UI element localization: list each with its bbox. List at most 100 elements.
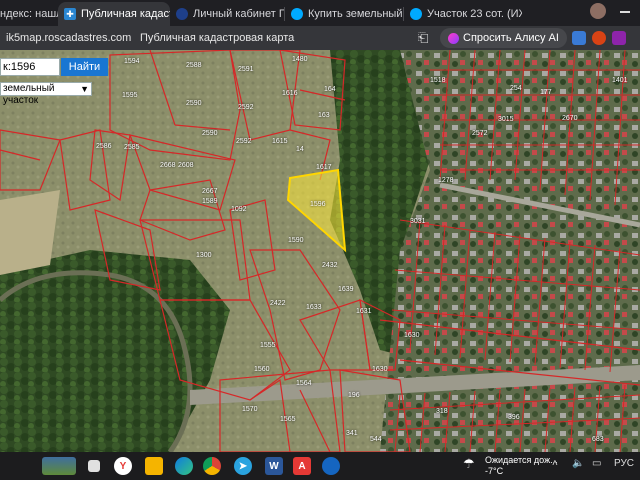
extension-icon[interactable] bbox=[572, 31, 586, 45]
parcel-number-label: 544 bbox=[370, 436, 382, 443]
parcel-number-label: 1564 bbox=[296, 380, 312, 387]
parcel-number-label: 2592 bbox=[236, 138, 252, 145]
parcel-number-label: 3015 bbox=[498, 116, 514, 123]
parcel-number-label: 177 bbox=[540, 89, 552, 96]
parcel-number-label: 2668 bbox=[160, 162, 176, 169]
telegram-icon[interactable]: ➤ bbox=[234, 457, 252, 475]
chevron-down-icon: ▼ bbox=[80, 84, 89, 94]
parcel-number-label: 1480 bbox=[292, 56, 308, 63]
parcel-number-label: 1570 bbox=[242, 406, 258, 413]
parcel-number-label: 2586 bbox=[96, 143, 112, 150]
parcel-number-label: 1300 bbox=[196, 252, 212, 259]
tab-label: Личный кабинет ПА bbox=[193, 8, 284, 20]
parcel-number-label: 3031 bbox=[410, 218, 426, 225]
parcel-number-label: 1518 bbox=[430, 77, 446, 84]
ask-alice-label: Спросить Алису AI bbox=[463, 32, 559, 44]
tray-chevron-icon[interactable]: ˄ bbox=[552, 458, 558, 469]
parcel-number-label: 2432 bbox=[322, 262, 338, 269]
parcel-number-label: 1565 bbox=[280, 416, 296, 423]
tab-yandex[interactable]: ндекс: нашл bbox=[0, 2, 58, 26]
weather-widget[interactable]: ☂ Ожидается дож... -7°C bbox=[463, 455, 558, 477]
cadastral-search-input[interactable]: к:1596 bbox=[0, 58, 60, 76]
word-icon[interactable]: W bbox=[265, 457, 283, 475]
parcel-number-label: 2588 bbox=[186, 62, 202, 69]
parcel-number-label: 2585 bbox=[124, 144, 140, 151]
rain-cloud-icon: ☂ bbox=[463, 456, 475, 471]
parcel-number-label: 2670 bbox=[562, 115, 578, 122]
bookmark-icon[interactable]: ⎗ bbox=[418, 30, 428, 46]
satellite-map[interactable] bbox=[0, 50, 640, 452]
weather-temp: -7°C bbox=[485, 466, 504, 476]
tab-buy-land[interactable]: Купить земельный у bbox=[285, 2, 403, 26]
extension-icon[interactable] bbox=[592, 31, 606, 45]
parcel-number-label: 2572 bbox=[472, 130, 488, 137]
widgets-icon[interactable] bbox=[42, 457, 76, 475]
parcel-number-label: 1639 bbox=[338, 286, 354, 293]
parcel-number-label: 254 bbox=[510, 85, 522, 92]
parcel-number-label: 2608 bbox=[178, 162, 194, 169]
parcel-number-label: 1631 bbox=[356, 308, 372, 315]
parcel-number-label: 1560 bbox=[254, 366, 270, 373]
pdf-icon[interactable]: A bbox=[293, 457, 311, 475]
parcel-number-label: 1555 bbox=[260, 342, 276, 349]
parcel-number-label: 683 bbox=[592, 436, 604, 443]
url-field[interactable]: ik5map.roscadastres.com bbox=[0, 32, 131, 44]
avito-icon bbox=[410, 8, 422, 20]
app-icon[interactable] bbox=[322, 457, 340, 475]
minimize-icon[interactable] bbox=[620, 11, 630, 13]
parcel-number-label: 1615 bbox=[272, 138, 288, 145]
parcel-number-label: 1401 bbox=[612, 77, 628, 84]
task-view-icon[interactable] bbox=[88, 460, 100, 472]
parcel-number-label: 1617 bbox=[316, 164, 332, 171]
parcel-number-label: 1633 bbox=[306, 304, 322, 311]
window-controls bbox=[590, 3, 630, 19]
avatar[interactable] bbox=[590, 3, 606, 19]
object-type-select[interactable]: земельный участок ▼ bbox=[0, 82, 92, 106]
parcel-number-label: 1594 bbox=[124, 58, 140, 65]
parcel-number-label: 2591 bbox=[238, 66, 254, 73]
address-bar: ik5map.roscadastres.com Публичная кадаст… bbox=[0, 26, 640, 50]
find-button[interactable]: Найти bbox=[61, 58, 108, 76]
parcel-number-label: 2422 bbox=[270, 300, 286, 307]
avito-icon bbox=[291, 8, 303, 20]
tab-label: ндекс: нашл bbox=[0, 8, 58, 20]
tab-plot-listing[interactable]: Участок 23 сот. (ИЖ bbox=[404, 2, 522, 26]
tab-label: Купить земельный у bbox=[308, 8, 403, 20]
parcel-number-label: 196 bbox=[348, 392, 360, 399]
yandex-browser-icon[interactable]: Y bbox=[114, 457, 132, 475]
edge-icon[interactable] bbox=[175, 457, 193, 475]
tab-label: Публичная кадаст bbox=[81, 8, 170, 20]
parcel-number-label: 163 bbox=[318, 112, 330, 119]
file-explorer-icon[interactable] bbox=[145, 457, 163, 475]
parcel-number-label: 2590 bbox=[202, 130, 218, 137]
parcel-number-label: 2667 bbox=[202, 188, 218, 195]
parcel-number-label: 396 bbox=[508, 414, 520, 421]
parcel-number-label: 1630 bbox=[404, 332, 420, 339]
alice-icon bbox=[448, 32, 459, 44]
parcel-number-label: 318 bbox=[436, 408, 448, 415]
parcel-number-label: 1589 bbox=[202, 198, 218, 205]
parcel-number-label: 14 bbox=[296, 146, 304, 153]
parcel-number-label: 1630 bbox=[372, 366, 388, 373]
parcel-number-label: 1590 bbox=[288, 237, 304, 244]
chrome-icon[interactable] bbox=[203, 457, 221, 475]
tab-cadastral-map[interactable]: ✚ Публичная кадаст ✕ bbox=[58, 2, 170, 26]
network-icon[interactable]: ▭ bbox=[592, 458, 601, 469]
weather-title: Ожидается дож... bbox=[485, 455, 558, 465]
parcel-number-label: 341 bbox=[346, 430, 358, 437]
taskbar: Y ➤ W A ☂ Ожидается дож... -7°C ˄ 🔈 ▭ РУ… bbox=[0, 452, 640, 480]
ask-alice-button[interactable]: Спросить Алису AI bbox=[440, 28, 567, 48]
parcel-number-label: 164 bbox=[324, 86, 336, 93]
browser-tabstrip: ндекс: нашл ✚ Публичная кадаст ✕ Личный … bbox=[0, 0, 640, 26]
parcel-number-label: 2590 bbox=[186, 100, 202, 107]
language-indicator[interactable]: РУС bbox=[614, 458, 634, 469]
map-icon: ✚ bbox=[64, 8, 76, 20]
cadastral-map[interactable]: 1594 1595 2588 2591 1480 164 2590 2592 1616 163 25… bbox=[0, 50, 640, 452]
tab-personal-account[interactable]: Личный кабинет ПА bbox=[170, 2, 284, 26]
parcel-number-label: 1616 bbox=[282, 90, 298, 97]
page-title: Публичная кадастровая карта bbox=[140, 32, 295, 44]
extension-icon[interactable] bbox=[612, 31, 626, 45]
parcel-number-label: 1092 bbox=[231, 206, 247, 213]
selected-parcel-label: 1596 bbox=[310, 201, 326, 208]
volume-icon[interactable]: 🔈 bbox=[572, 458, 584, 469]
